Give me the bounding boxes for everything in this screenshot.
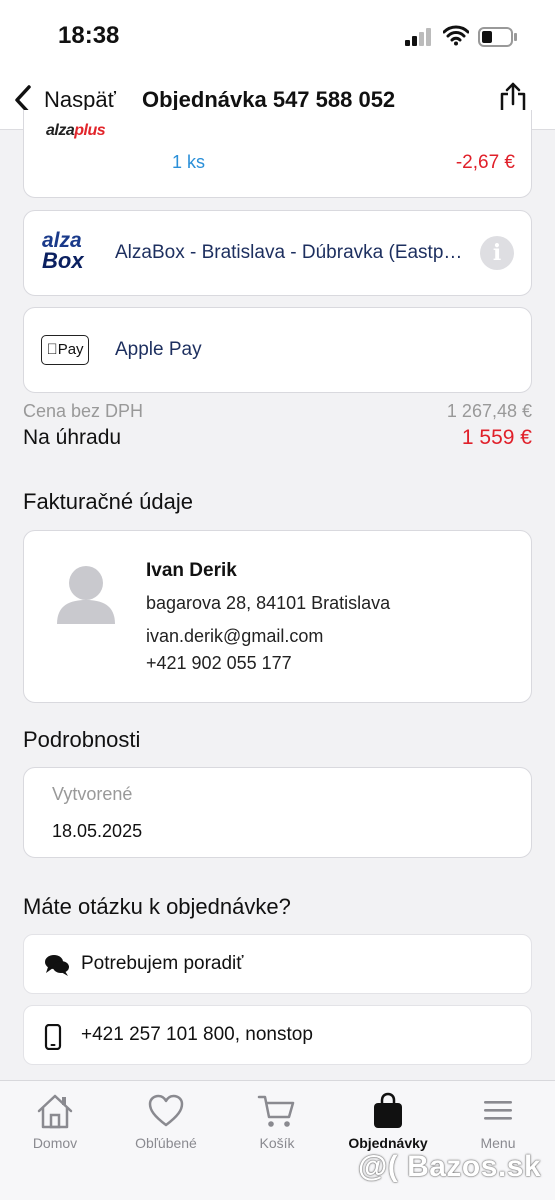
to-pay-value: 1 559 € xyxy=(461,426,532,449)
advice-button[interactable]: Potrebujem poradiť xyxy=(23,934,532,994)
info-icon[interactable]: i xyxy=(480,236,514,270)
status-bar: 18:38 xyxy=(0,0,555,75)
billing-card: Ivan Derik bagarova 28, 84101 Bratislava… xyxy=(23,530,532,703)
home-icon xyxy=(37,1094,73,1129)
call-button[interactable]: +421 257 101 800, nonstop xyxy=(23,1005,532,1065)
wifi-icon xyxy=(443,25,469,46)
order-item-card[interactable]: alzaplus 1 ks -2,67 € xyxy=(23,110,532,198)
price-ex-vat-row: Cena bez DPH 1 267,48 € xyxy=(23,401,532,422)
payment-card: Pay Apple Pay xyxy=(23,307,532,393)
to-pay-label: Na úhradu xyxy=(23,426,122,449)
price-ex-vat-label: Cena bez DPH xyxy=(23,401,144,421)
phone-icon xyxy=(44,1024,62,1050)
created-label: Vytvorené xyxy=(52,784,133,804)
battery-icon xyxy=(478,27,517,47)
billing-email: ivan.derik@gmail.com xyxy=(146,626,324,646)
created-value: 18.05.2025 xyxy=(52,821,143,841)
tab-favorites[interactable]: Obľúbené xyxy=(116,1091,216,1151)
heart-icon xyxy=(148,1094,184,1127)
billing-heading: Fakturačné údaje xyxy=(23,489,193,514)
delivery-card[interactable]: alza Box AlzaBox - Bratislava - Dúbravka… xyxy=(23,210,532,296)
help-heading: Máte otázku k objednávke? xyxy=(23,894,291,919)
alzabox-logo: alza Box xyxy=(42,229,84,273)
signal-icon xyxy=(405,28,431,46)
apple-pay-logo: Pay xyxy=(41,335,89,365)
call-label: +421 257 101 800, nonstop xyxy=(81,1024,313,1045)
payment-label: Apple Pay xyxy=(115,339,202,360)
price-ex-vat-value: 1 267,48 € xyxy=(446,401,532,421)
delivery-label: AlzaBox - Bratislava - Dúbravka (Eastpoi… xyxy=(115,242,465,263)
advice-label: Potrebujem poradiť xyxy=(81,953,244,974)
tab-orders[interactable]: Objednávky xyxy=(338,1091,438,1151)
item-price: -2,67 € xyxy=(455,152,515,173)
status-time: 18:38 xyxy=(58,22,120,49)
cart-icon xyxy=(257,1095,295,1127)
to-pay-row: Na úhradu 1 559 € xyxy=(23,426,532,450)
details-card: Vytvorené 18.05.2025 xyxy=(23,767,532,858)
tab-cart[interactable]: Košík xyxy=(227,1091,327,1151)
billing-name: Ivan Derik xyxy=(146,560,237,581)
details-heading: Podrobnosti xyxy=(23,727,141,752)
item-quantity: 1 ks xyxy=(172,152,206,172)
tab-home[interactable]: Domov xyxy=(5,1091,105,1151)
chat-bubbles-icon xyxy=(45,955,69,976)
billing-phone: +421 902 055 177 xyxy=(146,653,292,673)
billing-address: bagarova 28, 84101 Bratislava xyxy=(146,593,391,613)
alzaplus-logo: alzaplus xyxy=(46,122,106,139)
avatar-icon xyxy=(57,566,115,624)
tab-menu[interactable]: Menu xyxy=(448,1091,548,1151)
watermark: @( Bazos.sk xyxy=(358,1150,542,1183)
bag-icon xyxy=(374,1092,402,1128)
menu-icon xyxy=(484,1101,512,1120)
